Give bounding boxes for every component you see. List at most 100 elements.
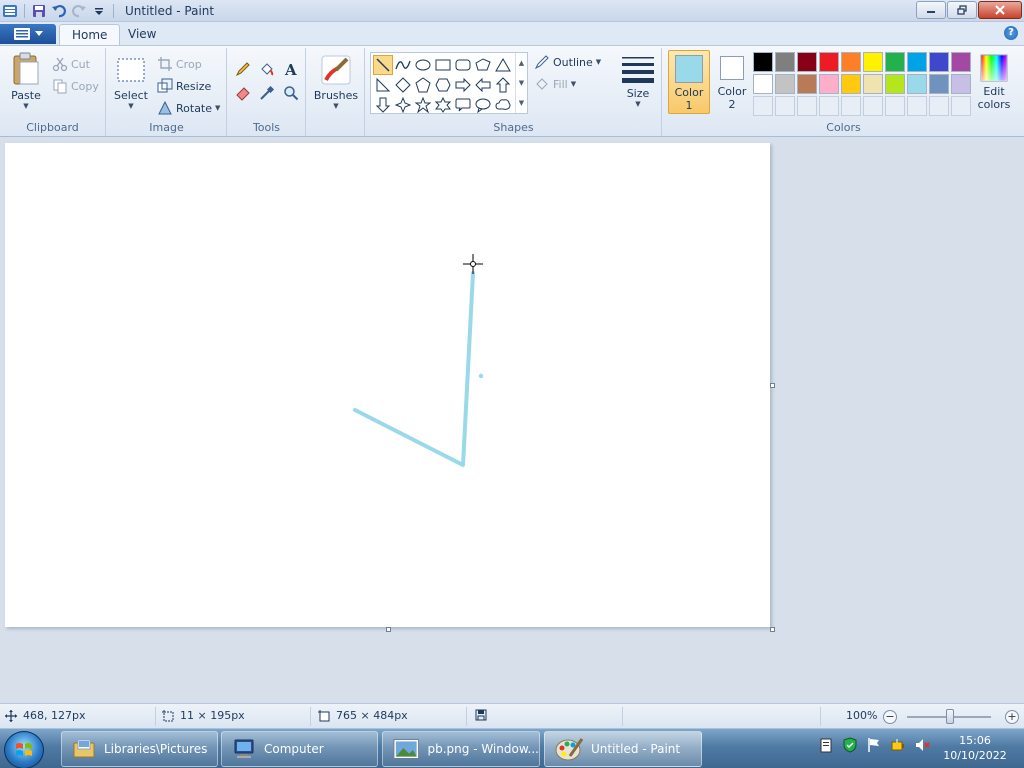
color2-button[interactable]: Color 2 bbox=[711, 50, 753, 114]
custom-color-slot[interactable] bbox=[885, 96, 905, 116]
down-arrow-shape-icon[interactable] bbox=[373, 95, 393, 115]
paste-button[interactable]: Paste ▼ bbox=[6, 52, 46, 110]
clipboard-tray-icon[interactable] bbox=[818, 737, 834, 753]
brushes-button[interactable]: Brushes ▼ bbox=[313, 54, 359, 110]
fill-button[interactable]: Fill ▼ bbox=[534, 76, 576, 92]
line-shape-icon[interactable] bbox=[373, 55, 393, 75]
paint-menu-button[interactable] bbox=[0, 24, 56, 44]
fill-bucket-icon[interactable] bbox=[256, 58, 278, 80]
crop-button[interactable]: Crop bbox=[157, 56, 202, 72]
color-swatch[interactable] bbox=[841, 52, 861, 72]
custom-color-slot[interactable] bbox=[863, 96, 883, 116]
select-button[interactable]: Select ▼ bbox=[111, 54, 151, 110]
four-point-star-shape-icon[interactable] bbox=[393, 95, 413, 115]
color-swatch[interactable] bbox=[775, 52, 795, 72]
cut-button[interactable]: Cut bbox=[52, 56, 90, 72]
eraser-icon[interactable] bbox=[232, 82, 254, 104]
color-swatch[interactable] bbox=[819, 52, 839, 72]
close-button[interactable] bbox=[978, 1, 1022, 19]
color-swatch[interactable] bbox=[797, 74, 817, 94]
custom-color-slot[interactable] bbox=[819, 96, 839, 116]
resize-handle-corner[interactable] bbox=[770, 627, 775, 632]
redo-icon[interactable] bbox=[71, 3, 87, 19]
color-swatch[interactable] bbox=[797, 52, 817, 72]
curve-shape-icon[interactable] bbox=[393, 55, 413, 75]
zoom-out-button[interactable]: − bbox=[883, 710, 897, 724]
minimize-button[interactable] bbox=[916, 1, 946, 19]
taskbar-item-computer[interactable]: Computer bbox=[221, 731, 378, 767]
edit-colors-button[interactable]: Edit colors bbox=[975, 54, 1013, 111]
left-arrow-shape-icon[interactable] bbox=[473, 75, 493, 95]
workspace[interactable] bbox=[0, 138, 1024, 703]
copy-button[interactable]: Copy bbox=[52, 78, 99, 94]
taskbar-item-photo-viewer[interactable]: pb.png - Window... bbox=[382, 731, 540, 767]
rounded-rectangle-shape-icon[interactable] bbox=[453, 55, 473, 75]
resize-button[interactable]: Resize bbox=[157, 78, 211, 94]
scroll-up-icon[interactable]: ▲ bbox=[519, 59, 524, 67]
diamond-shape-icon[interactable] bbox=[393, 75, 413, 95]
color1-button[interactable]: Color 1 bbox=[668, 50, 710, 114]
five-point-star-shape-icon[interactable] bbox=[413, 95, 433, 115]
tab-home[interactable]: Home bbox=[59, 24, 121, 45]
color-swatch[interactable] bbox=[951, 74, 971, 94]
rounded-callout-shape-icon[interactable] bbox=[453, 95, 473, 115]
scroll-down-icon[interactable]: ▼ bbox=[519, 79, 524, 87]
outline-button[interactable]: Outline ▼ bbox=[534, 54, 601, 70]
right-triangle-shape-icon[interactable] bbox=[373, 75, 393, 95]
pentagon-shape-icon[interactable] bbox=[413, 75, 433, 95]
color-swatch[interactable] bbox=[885, 52, 905, 72]
custom-color-slot[interactable] bbox=[797, 96, 817, 116]
help-icon[interactable]: ? bbox=[1004, 26, 1018, 40]
zoom-slider-thumb[interactable] bbox=[946, 709, 954, 724]
rotate-button[interactable]: Rotate ▼ bbox=[157, 100, 220, 116]
color-swatch[interactable] bbox=[907, 52, 927, 72]
security-shield-icon[interactable] bbox=[842, 737, 858, 753]
resize-handle-bottom[interactable] bbox=[386, 627, 391, 632]
clock[interactable]: 15:06 10/10/2022 bbox=[940, 733, 1010, 763]
custom-color-slot[interactable] bbox=[753, 96, 773, 116]
color-swatch[interactable] bbox=[863, 74, 883, 94]
text-icon[interactable]: A bbox=[280, 58, 302, 80]
custom-color-slot[interactable] bbox=[907, 96, 927, 116]
color-swatch[interactable] bbox=[951, 52, 971, 72]
color-swatch[interactable] bbox=[775, 74, 795, 94]
color-swatch[interactable] bbox=[885, 74, 905, 94]
color-swatch[interactable] bbox=[841, 74, 861, 94]
taskbar-item-libraries[interactable]: Libraries\Pictures bbox=[61, 731, 218, 767]
zoom-in-button[interactable]: + bbox=[1005, 710, 1019, 724]
color-swatch[interactable] bbox=[819, 74, 839, 94]
drawing-canvas[interactable] bbox=[5, 143, 770, 627]
color-swatch[interactable] bbox=[863, 52, 883, 72]
cloud-callout-shape-icon[interactable] bbox=[493, 95, 513, 115]
right-arrow-shape-icon[interactable] bbox=[453, 75, 473, 95]
oval-callout-shape-icon[interactable] bbox=[473, 95, 493, 115]
color-swatch[interactable] bbox=[907, 74, 927, 94]
restore-button[interactable] bbox=[947, 1, 977, 19]
color-swatch[interactable] bbox=[753, 74, 773, 94]
save-icon[interactable] bbox=[31, 3, 47, 19]
tab-view[interactable]: View bbox=[116, 24, 168, 45]
color-swatch[interactable] bbox=[929, 74, 949, 94]
more-shapes-icon[interactable]: ▼ bbox=[519, 99, 524, 107]
custom-color-slot[interactable] bbox=[929, 96, 949, 116]
custom-color-slot[interactable] bbox=[841, 96, 861, 116]
volume-muted-icon[interactable] bbox=[914, 737, 930, 753]
start-button[interactable] bbox=[4, 731, 44, 768]
power-icon[interactable] bbox=[890, 737, 906, 753]
pencil-icon[interactable] bbox=[232, 58, 254, 80]
six-point-star-shape-icon[interactable] bbox=[433, 95, 453, 115]
paint-app-icon[interactable] bbox=[2, 3, 18, 19]
rectangle-shape-icon[interactable] bbox=[433, 55, 453, 75]
up-arrow-shape-icon[interactable] bbox=[493, 75, 513, 95]
action-center-flag-icon[interactable] bbox=[866, 737, 882, 753]
undo-icon[interactable] bbox=[51, 3, 67, 19]
shapes-scroll[interactable]: ▲ ▼ ▼ bbox=[515, 53, 527, 113]
color-picker-icon[interactable] bbox=[256, 82, 278, 104]
magnifier-icon[interactable] bbox=[280, 82, 302, 104]
oval-shape-icon[interactable] bbox=[413, 55, 433, 75]
customize-qat-icon[interactable] bbox=[91, 3, 107, 19]
taskbar-item-paint[interactable]: Untitled - Paint bbox=[544, 731, 702, 767]
color-swatch[interactable] bbox=[929, 52, 949, 72]
hexagon-shape-icon[interactable] bbox=[433, 75, 453, 95]
custom-color-slot[interactable] bbox=[951, 96, 971, 116]
